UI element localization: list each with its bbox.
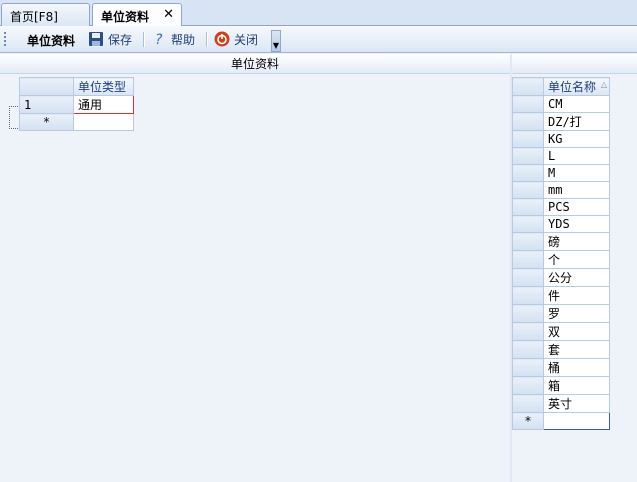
- unit-type-cell[interactable]: 通用: [73, 95, 134, 114]
- unit-name-cell[interactable]: 英寸: [543, 394, 610, 413]
- table-row[interactable]: 英寸: [512, 394, 610, 413]
- table-row[interactable]: 磅: [512, 232, 610, 251]
- row-header[interactable]: [512, 268, 544, 287]
- row-header[interactable]: [512, 130, 544, 148]
- column-header-unit-name[interactable]: 单位名称 △: [543, 77, 610, 96]
- table-row[interactable]: 件: [512, 286, 610, 305]
- svg-text:?: ?: [155, 32, 163, 47]
- row-header[interactable]: [512, 164, 544, 182]
- table-row[interactable]: 个: [512, 250, 610, 269]
- toolbar: 单位资料 保存 ? 帮助 关闭: [0, 26, 637, 53]
- table-row[interactable]: 公分: [512, 268, 610, 287]
- unit-name-cell[interactable]: 桶: [543, 358, 610, 377]
- panel-header-right: [512, 54, 637, 74]
- table-row[interactable]: YDS: [512, 215, 610, 233]
- row-header[interactable]: [512, 215, 544, 233]
- row-header[interactable]: [512, 232, 544, 251]
- toolbar-title: 单位资料: [27, 34, 76, 48]
- toolbar-overflow-button[interactable]: ▼: [271, 30, 281, 52]
- close-label: 关闭: [234, 32, 259, 47]
- unit-name-cell[interactable]: 箱: [543, 376, 610, 395]
- unit-name-cell[interactable]: M: [543, 164, 610, 182]
- table-row[interactable]: PCS: [512, 198, 610, 216]
- panel-header: 单位资料: [0, 54, 510, 74]
- unit-name-cell[interactable]: PCS: [543, 198, 610, 216]
- tab-unit-info[interactable]: 单位资料 ✕: [92, 3, 182, 27]
- column-header-unit-type[interactable]: 单位类型: [73, 77, 134, 96]
- row-header[interactable]: [512, 358, 544, 377]
- save-button[interactable]: 保存: [88, 30, 132, 48]
- unit-name-cell[interactable]: KG: [543, 130, 610, 148]
- row-header[interactable]: [512, 304, 544, 323]
- unit-name-cell[interactable]: 罗: [543, 304, 610, 323]
- table-row[interactable]: L: [512, 147, 610, 165]
- toolbar-grip[interactable]: [4, 32, 9, 46]
- unit-name-grid: 单位名称 △ CM DZ/打 KG L Mmm PCS YDS 磅个公分件罗双套桶箱英寸 *: [512, 77, 610, 430]
- table-row[interactable]: 箱: [512, 376, 610, 395]
- unit-name-cell[interactable]: CM: [543, 95, 610, 113]
- table-row[interactable]: M: [512, 164, 610, 182]
- close-button[interactable]: 关闭: [214, 30, 258, 48]
- tab-home[interactable]: 首页[F8]: [1, 3, 90, 26]
- unit-name-cell[interactable]: 个: [543, 250, 610, 269]
- power-icon: [214, 31, 230, 47]
- row-header[interactable]: [512, 147, 544, 165]
- toolbar-separator: [143, 32, 145, 47]
- tab-home-label: 首页[F8]: [10, 10, 58, 24]
- table-row[interactable]: 套: [512, 340, 610, 359]
- unit-type-grid: 单位类型 1 通用 *: [19, 77, 134, 131]
- row-header[interactable]: [512, 95, 544, 113]
- unit-name-cell[interactable]: 双: [543, 322, 610, 341]
- row-number[interactable]: 1: [19, 95, 74, 114]
- new-row-cell[interactable]: [543, 412, 610, 430]
- table-row[interactable]: 桶: [512, 358, 610, 377]
- save-icon: [89, 32, 103, 46]
- new-row-marker[interactable]: *: [19, 113, 74, 131]
- row-header[interactable]: [512, 322, 544, 341]
- table-row[interactable]: CM: [512, 95, 610, 113]
- row-header[interactable]: [512, 250, 544, 269]
- table-row[interactable]: 罗: [512, 304, 610, 323]
- tab-unit-info-label: 单位资料: [101, 10, 150, 24]
- toolbar-separator: [206, 32, 208, 47]
- table-row[interactable]: mm: [512, 181, 610, 199]
- table-row[interactable]: 双: [512, 322, 610, 341]
- unit-name-cell[interactable]: 件: [543, 286, 610, 305]
- unit-name-cell[interactable]: 磅: [543, 232, 610, 251]
- new-row-cell[interactable]: [73, 113, 134, 131]
- row-header[interactable]: [512, 181, 544, 199]
- table-row[interactable]: DZ/打: [512, 112, 610, 131]
- help-label: 帮助: [171, 32, 196, 47]
- tab-bar: 首页[F8] 单位资料 ✕: [0, 0, 637, 27]
- new-row-marker[interactable]: *: [512, 412, 544, 430]
- help-button[interactable]: ? 帮助: [151, 30, 195, 48]
- row-header[interactable]: [512, 376, 544, 395]
- unit-name-cell[interactable]: 套: [543, 340, 610, 359]
- unit-name-cell[interactable]: DZ/打: [543, 112, 610, 131]
- unit-name-cell[interactable]: 公分: [543, 268, 610, 287]
- save-label: 保存: [108, 32, 133, 47]
- row-header[interactable]: [512, 394, 544, 413]
- table-row[interactable]: KG: [512, 130, 610, 148]
- unit-name-cell[interactable]: L: [543, 147, 610, 165]
- new-row[interactable]: *: [512, 412, 610, 430]
- row-header[interactable]: [512, 198, 544, 216]
- grid-corner[interactable]: [19, 77, 74, 96]
- close-icon[interactable]: ✕: [163, 7, 174, 22]
- row-header[interactable]: [512, 340, 544, 359]
- row-header[interactable]: [512, 112, 544, 131]
- unit-name-cell[interactable]: mm: [543, 181, 610, 199]
- sort-asc-icon: △: [600, 80, 607, 89]
- unit-name-cell[interactable]: YDS: [543, 215, 610, 233]
- help-icon: ?: [155, 32, 163, 47]
- grid-corner[interactable]: [512, 77, 544, 96]
- row-header[interactable]: [512, 286, 544, 305]
- column-header-label: 单位名称: [548, 80, 597, 94]
